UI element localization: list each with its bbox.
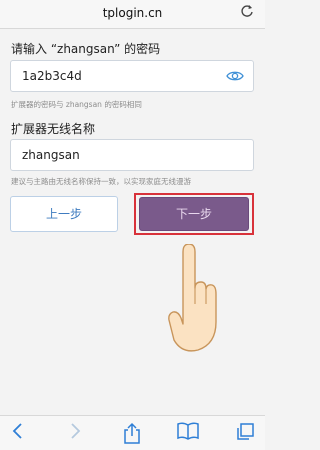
share-icon[interactable]	[121, 422, 143, 444]
prev-button[interactable]: 上一步	[10, 196, 118, 232]
ssid-value: zhangsan	[22, 148, 80, 162]
chevron-left-icon[interactable]	[7, 422, 29, 444]
book-icon[interactable]	[177, 422, 199, 444]
browser-toolbar	[0, 415, 265, 450]
url-text[interactable]: tplogin.cn	[0, 6, 265, 20]
eye-icon[interactable]	[226, 68, 244, 84]
password-value: 1a2b3c4d	[22, 69, 82, 83]
ssid-hint: 建议与主路由无线名称保持一致，以实现家庭无线漫游	[11, 177, 191, 186]
page-content: 请输入 “zhangsan” 的密码 1a2b3c4d 扩展器的密码与 zhan…	[0, 29, 265, 416]
password-field[interactable]: 1a2b3c4d	[10, 60, 254, 92]
password-hint: 扩展器的密码与 zhangsan 的密码相同	[11, 100, 142, 109]
reload-icon[interactable]	[239, 4, 255, 20]
chevron-right-icon[interactable]	[64, 422, 86, 444]
pointing-hand-icon	[168, 243, 218, 354]
tabs-icon[interactable]	[234, 422, 256, 444]
browser-address-bar[interactable]: tplogin.cn	[0, 0, 265, 29]
ssid-label: 扩展器无线名称	[11, 122, 96, 136]
next-button-highlight: 下一步	[134, 193, 254, 235]
password-label: 请输入 “zhangsan” 的密码	[11, 42, 161, 56]
next-button[interactable]: 下一步	[139, 197, 249, 231]
ssid-field[interactable]: zhangsan	[10, 139, 254, 171]
